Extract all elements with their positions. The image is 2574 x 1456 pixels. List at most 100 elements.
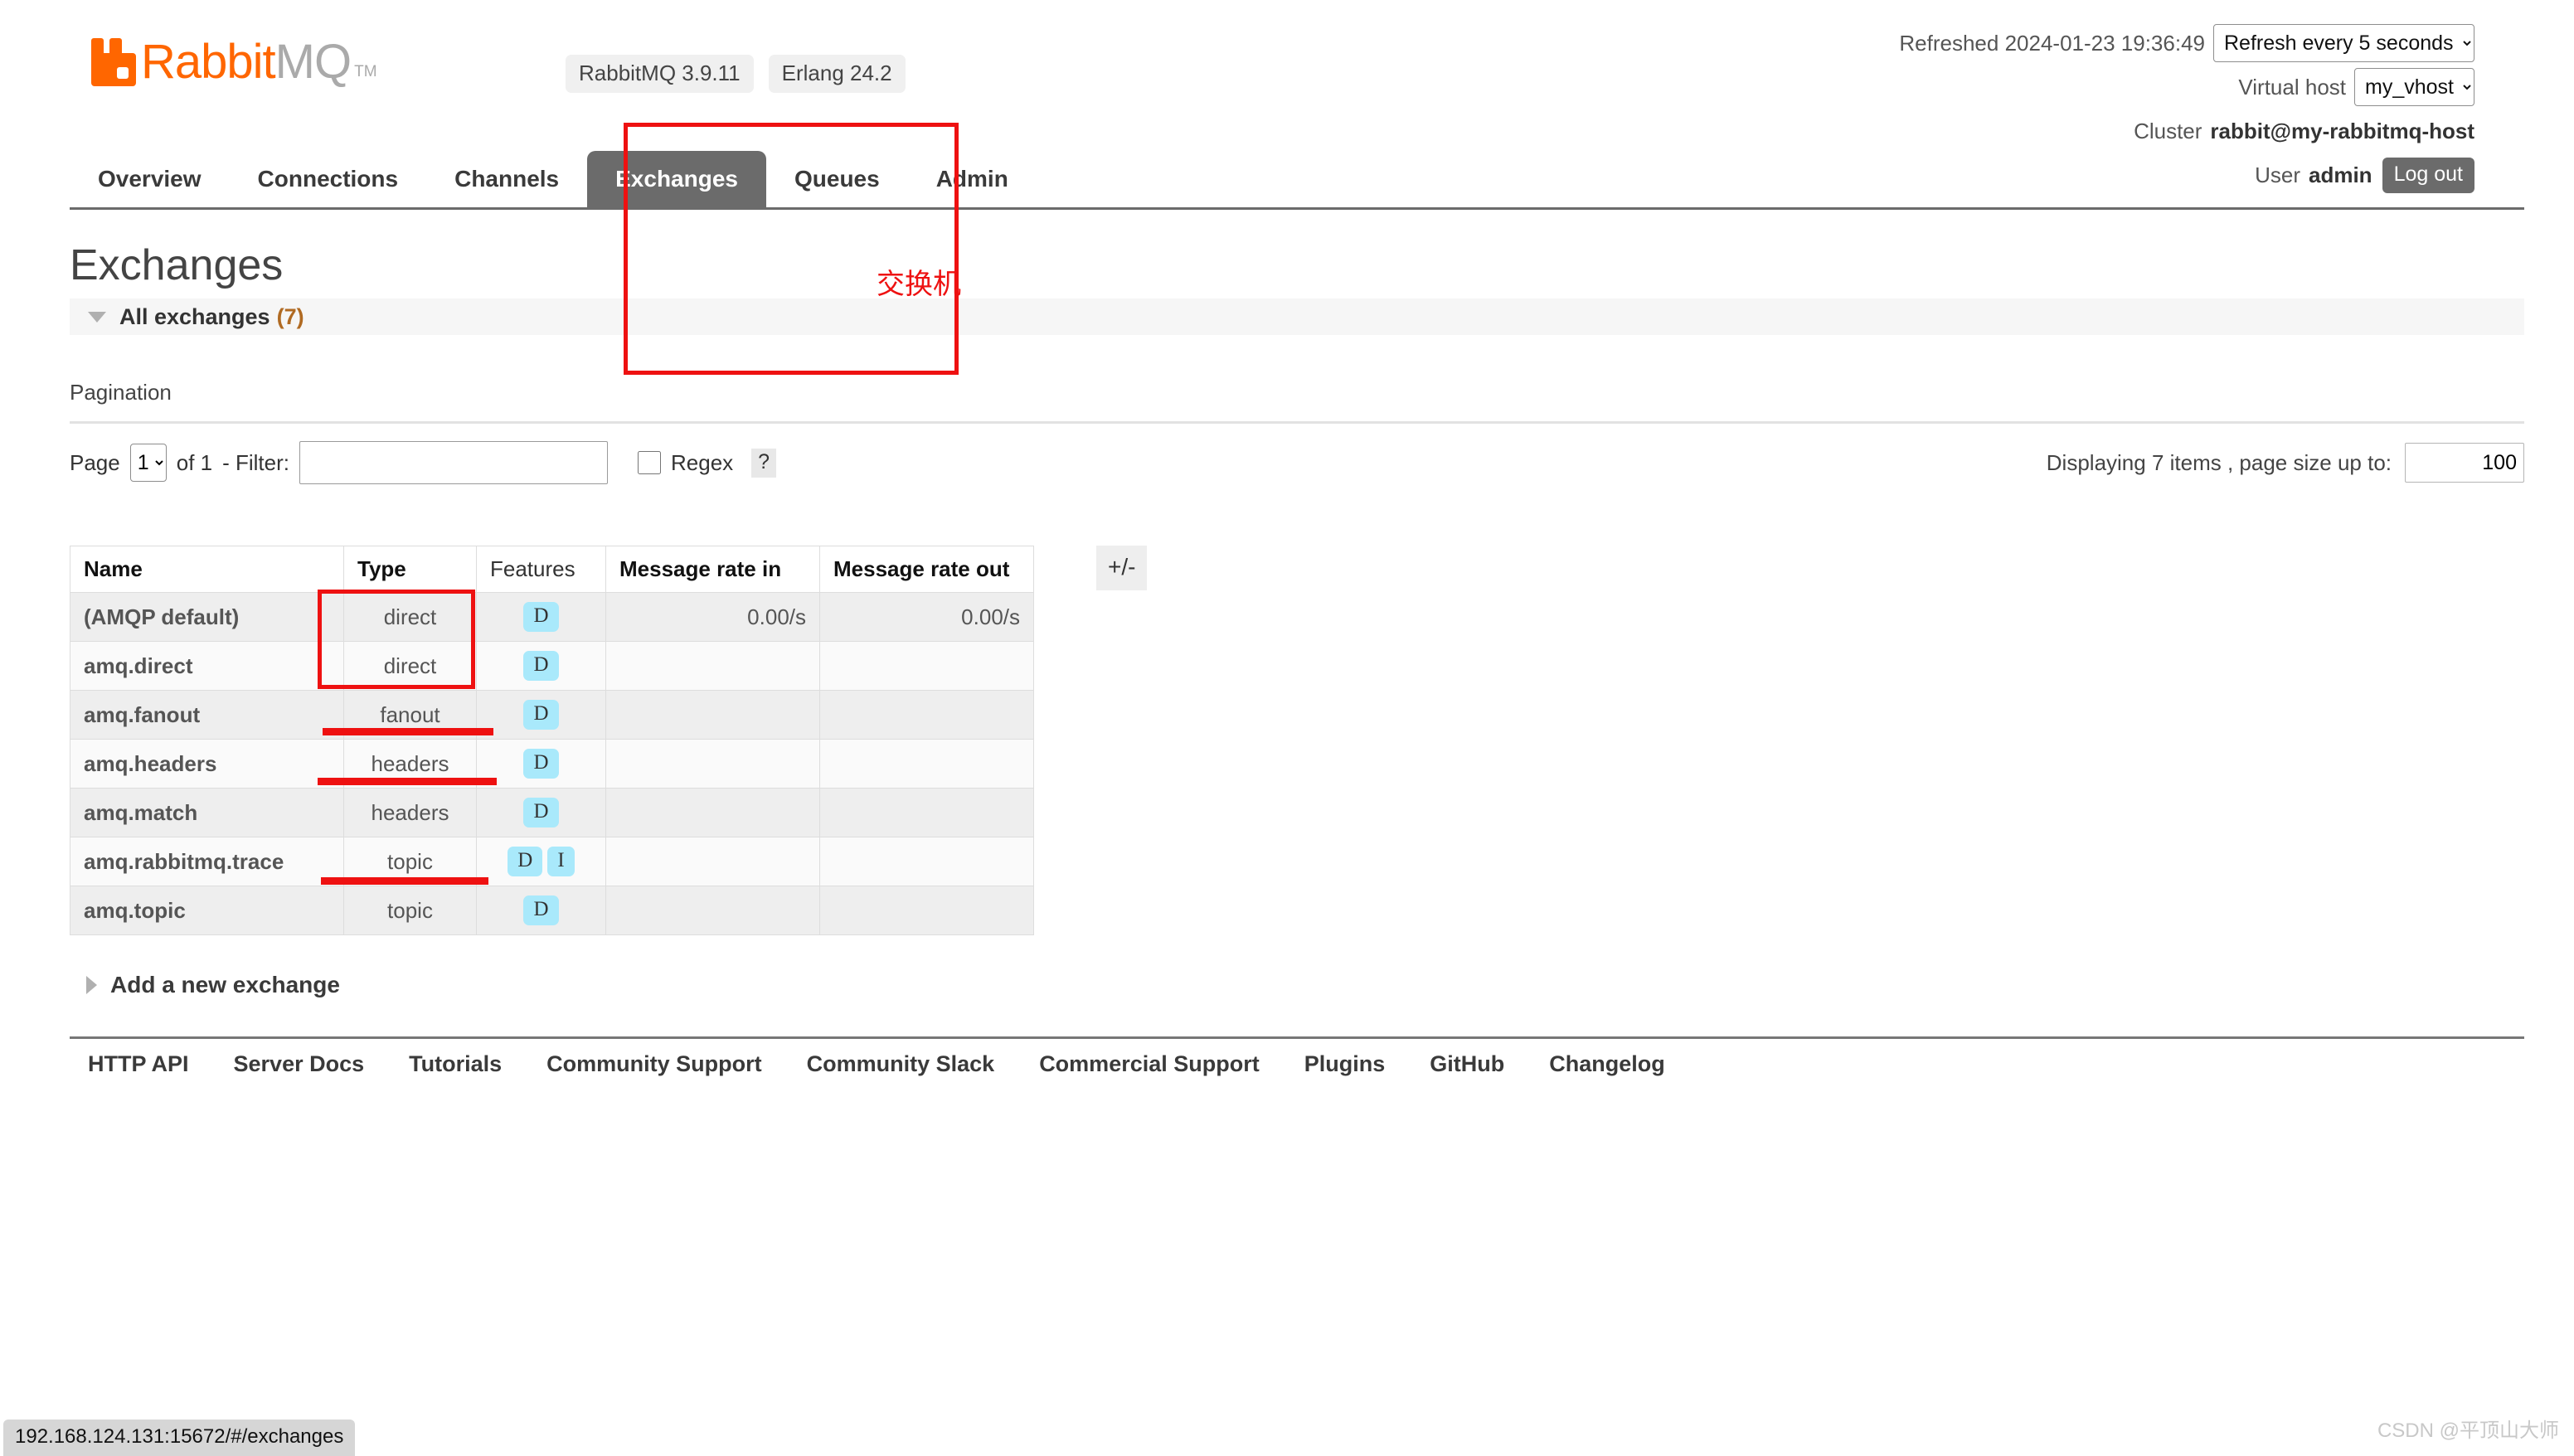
- all-exchanges-section-header[interactable]: All exchanges (7): [70, 298, 2524, 335]
- page-number-select[interactable]: 1: [129, 444, 167, 482]
- table-row[interactable]: amq.rabbitmq.trace topic DI: [70, 837, 1034, 886]
- footer-link-http-api[interactable]: HTTP API: [88, 1051, 189, 1077]
- cell-exchange-type: direct: [343, 641, 477, 691]
- logo-text-mq: MQ: [274, 35, 352, 89]
- tab-connections[interactable]: Connections: [230, 166, 427, 207]
- exchanges-table-head: Name Type Features Message rate in Messa…: [70, 546, 1034, 593]
- table-row[interactable]: amq.topic topic D: [70, 886, 1034, 935]
- cell-exchange-name[interactable]: (AMQP default): [70, 592, 344, 642]
- cell-exchange-name[interactable]: amq.fanout: [70, 690, 344, 740]
- column-header-name[interactable]: Name: [70, 546, 344, 593]
- logo-text-rabbit: Rabbit: [141, 35, 276, 89]
- feature-badge-durable: D: [523, 895, 559, 925]
- pagination-divider: [70, 421, 2524, 424]
- feature-badge-durable: D: [523, 700, 559, 730]
- regex-checkbox[interactable]: [638, 451, 661, 474]
- exchanges-table: Name Type Features Message rate in Messa…: [70, 546, 1034, 935]
- tab-exchanges[interactable]: Exchanges: [587, 151, 766, 207]
- cell-exchange-type: fanout: [343, 690, 477, 740]
- footer-link-github[interactable]: GitHub: [1430, 1051, 1504, 1077]
- footer-link-tutorials[interactable]: Tutorials: [409, 1051, 502, 1077]
- cell-message-rate-in: [605, 886, 820, 935]
- erlang-version-badge: Erlang 24.2: [768, 55, 906, 93]
- csdn-watermark: CSDN @平顶山大师: [2377, 1420, 2559, 1442]
- exchanges-table-wrap: Name Type Features Message rate in Messa…: [70, 546, 1148, 935]
- refresh-row: Refreshed 2024-01-23 19:36:49 Refresh ev…: [1899, 23, 2474, 63]
- cell-message-rate-out: [819, 788, 1034, 837]
- column-header-type[interactable]: Type: [343, 546, 477, 593]
- filter-label: - Filter:: [222, 449, 289, 475]
- regex-label: Regex: [671, 449, 734, 475]
- section-title: All exchanges: [119, 303, 270, 329]
- cell-exchange-name[interactable]: amq.direct: [70, 641, 344, 691]
- logo-text: RabbitMQ: [141, 35, 352, 89]
- tab-channels[interactable]: Channels: [426, 166, 587, 207]
- footer-link-server-docs[interactable]: Server Docs: [234, 1051, 365, 1077]
- add-new-exchange-label: Add a new exchange: [110, 972, 340, 997]
- cell-exchange-features: D: [476, 739, 606, 789]
- vhost-select[interactable]: my_vhost: [2354, 68, 2474, 106]
- table-row[interactable]: amq.match headers D: [70, 788, 1034, 837]
- cell-message-rate-out: [819, 641, 1034, 691]
- column-header-message-rate-out[interactable]: Message rate out: [819, 546, 1034, 593]
- table-row[interactable]: amq.direct direct D: [70, 641, 1034, 691]
- pagination-controls: Page 1 of 1 - Filter: Regex ? Displaying…: [70, 438, 2524, 488]
- cell-message-rate-in: [605, 641, 820, 691]
- cell-message-rate-in: 0.00/s: [605, 592, 820, 642]
- vhost-row: Virtual host my_vhost: [1899, 67, 2474, 107]
- regex-help-icon[interactable]: ?: [751, 448, 777, 478]
- cell-exchange-name[interactable]: amq.topic: [70, 886, 344, 935]
- cell-exchange-type: headers: [343, 739, 477, 789]
- cell-exchange-features: DI: [476, 837, 606, 886]
- footer-link-community-slack[interactable]: Community Slack: [807, 1051, 995, 1077]
- tab-overview[interactable]: Overview: [70, 166, 230, 207]
- page-of-label: of 1: [176, 449, 213, 475]
- footer-links: HTTP API Server Docs Tutorials Community…: [88, 1051, 1665, 1077]
- cell-exchange-name[interactable]: amq.headers: [70, 739, 344, 789]
- footer-link-commercial-support[interactable]: Commercial Support: [1039, 1051, 1260, 1077]
- cell-message-rate-out: 0.00/s: [819, 592, 1034, 642]
- logo-tm: TM: [354, 63, 377, 80]
- refreshed-timestamp: Refreshed 2024-01-23 19:36:49: [1899, 30, 2205, 56]
- annotation-note-exchange: 交换机: [877, 268, 961, 301]
- rabbitmq-logo[interactable]: RabbitMQ TM: [91, 38, 377, 86]
- cell-message-rate-out: [819, 739, 1034, 789]
- main-nav-tabs: Overview Connections Channels Exchanges …: [70, 143, 1037, 207]
- main-nav: Overview Connections Channels Exchanges …: [70, 145, 2524, 210]
- chevron-down-icon[interactable]: [88, 311, 106, 323]
- pagination-right: Displaying 7 items , page size up to:: [2047, 438, 2524, 488]
- cell-exchange-name[interactable]: amq.rabbitmq.trace: [70, 837, 344, 886]
- filter-input[interactable]: [299, 441, 608, 484]
- add-new-exchange-section[interactable]: Add a new exchange: [86, 972, 340, 998]
- footer-link-community-support[interactable]: Community Support: [546, 1051, 761, 1077]
- table-row[interactable]: amq.headers headers D: [70, 739, 1034, 789]
- feature-badge-durable: D: [523, 798, 559, 827]
- table-header-row: Name Type Features Message rate in Messa…: [70, 546, 1034, 593]
- vhost-label: Virtual host: [2238, 74, 2346, 99]
- footer-divider: [70, 1036, 2524, 1039]
- refresh-interval-select[interactable]: Refresh every 5 seconds: [2213, 24, 2474, 62]
- footer-link-changelog[interactable]: Changelog: [1549, 1051, 1665, 1077]
- cell-exchange-type: topic: [343, 837, 477, 886]
- cell-exchange-name[interactable]: amq.match: [70, 788, 344, 837]
- tab-admin[interactable]: Admin: [908, 166, 1037, 207]
- pagination-left: Page 1 of 1 - Filter: Regex ?: [70, 438, 786, 488]
- footer-link-plugins[interactable]: Plugins: [1304, 1051, 1386, 1077]
- chevron-right-icon[interactable]: [86, 976, 97, 994]
- feature-badge-durable: D: [508, 847, 543, 876]
- column-toggle-button[interactable]: +/-: [1096, 546, 1148, 590]
- version-badges: RabbitMQ 3.9.11 Erlang 24.2: [566, 55, 906, 93]
- tab-queues[interactable]: Queues: [766, 166, 908, 207]
- table-row[interactable]: amq.fanout fanout D: [70, 690, 1034, 740]
- table-row[interactable]: (AMQP default) direct D 0.00/s 0.00/s: [70, 592, 1034, 642]
- page-size-input[interactable]: [2405, 443, 2524, 483]
- cell-exchange-features: D: [476, 592, 606, 642]
- cell-exchange-features: D: [476, 641, 606, 691]
- column-header-message-rate-in[interactable]: Message rate in: [605, 546, 820, 593]
- cell-exchange-type: topic: [343, 886, 477, 935]
- cluster-label: Cluster: [2134, 118, 2202, 143]
- cell-message-rate-in: [605, 690, 820, 740]
- pagination-heading: Pagination: [70, 380, 172, 405]
- browser-status-bar: 192.168.124.131:15672/#/exchanges: [3, 1420, 356, 1456]
- page-title: Exchanges: [70, 241, 284, 289]
